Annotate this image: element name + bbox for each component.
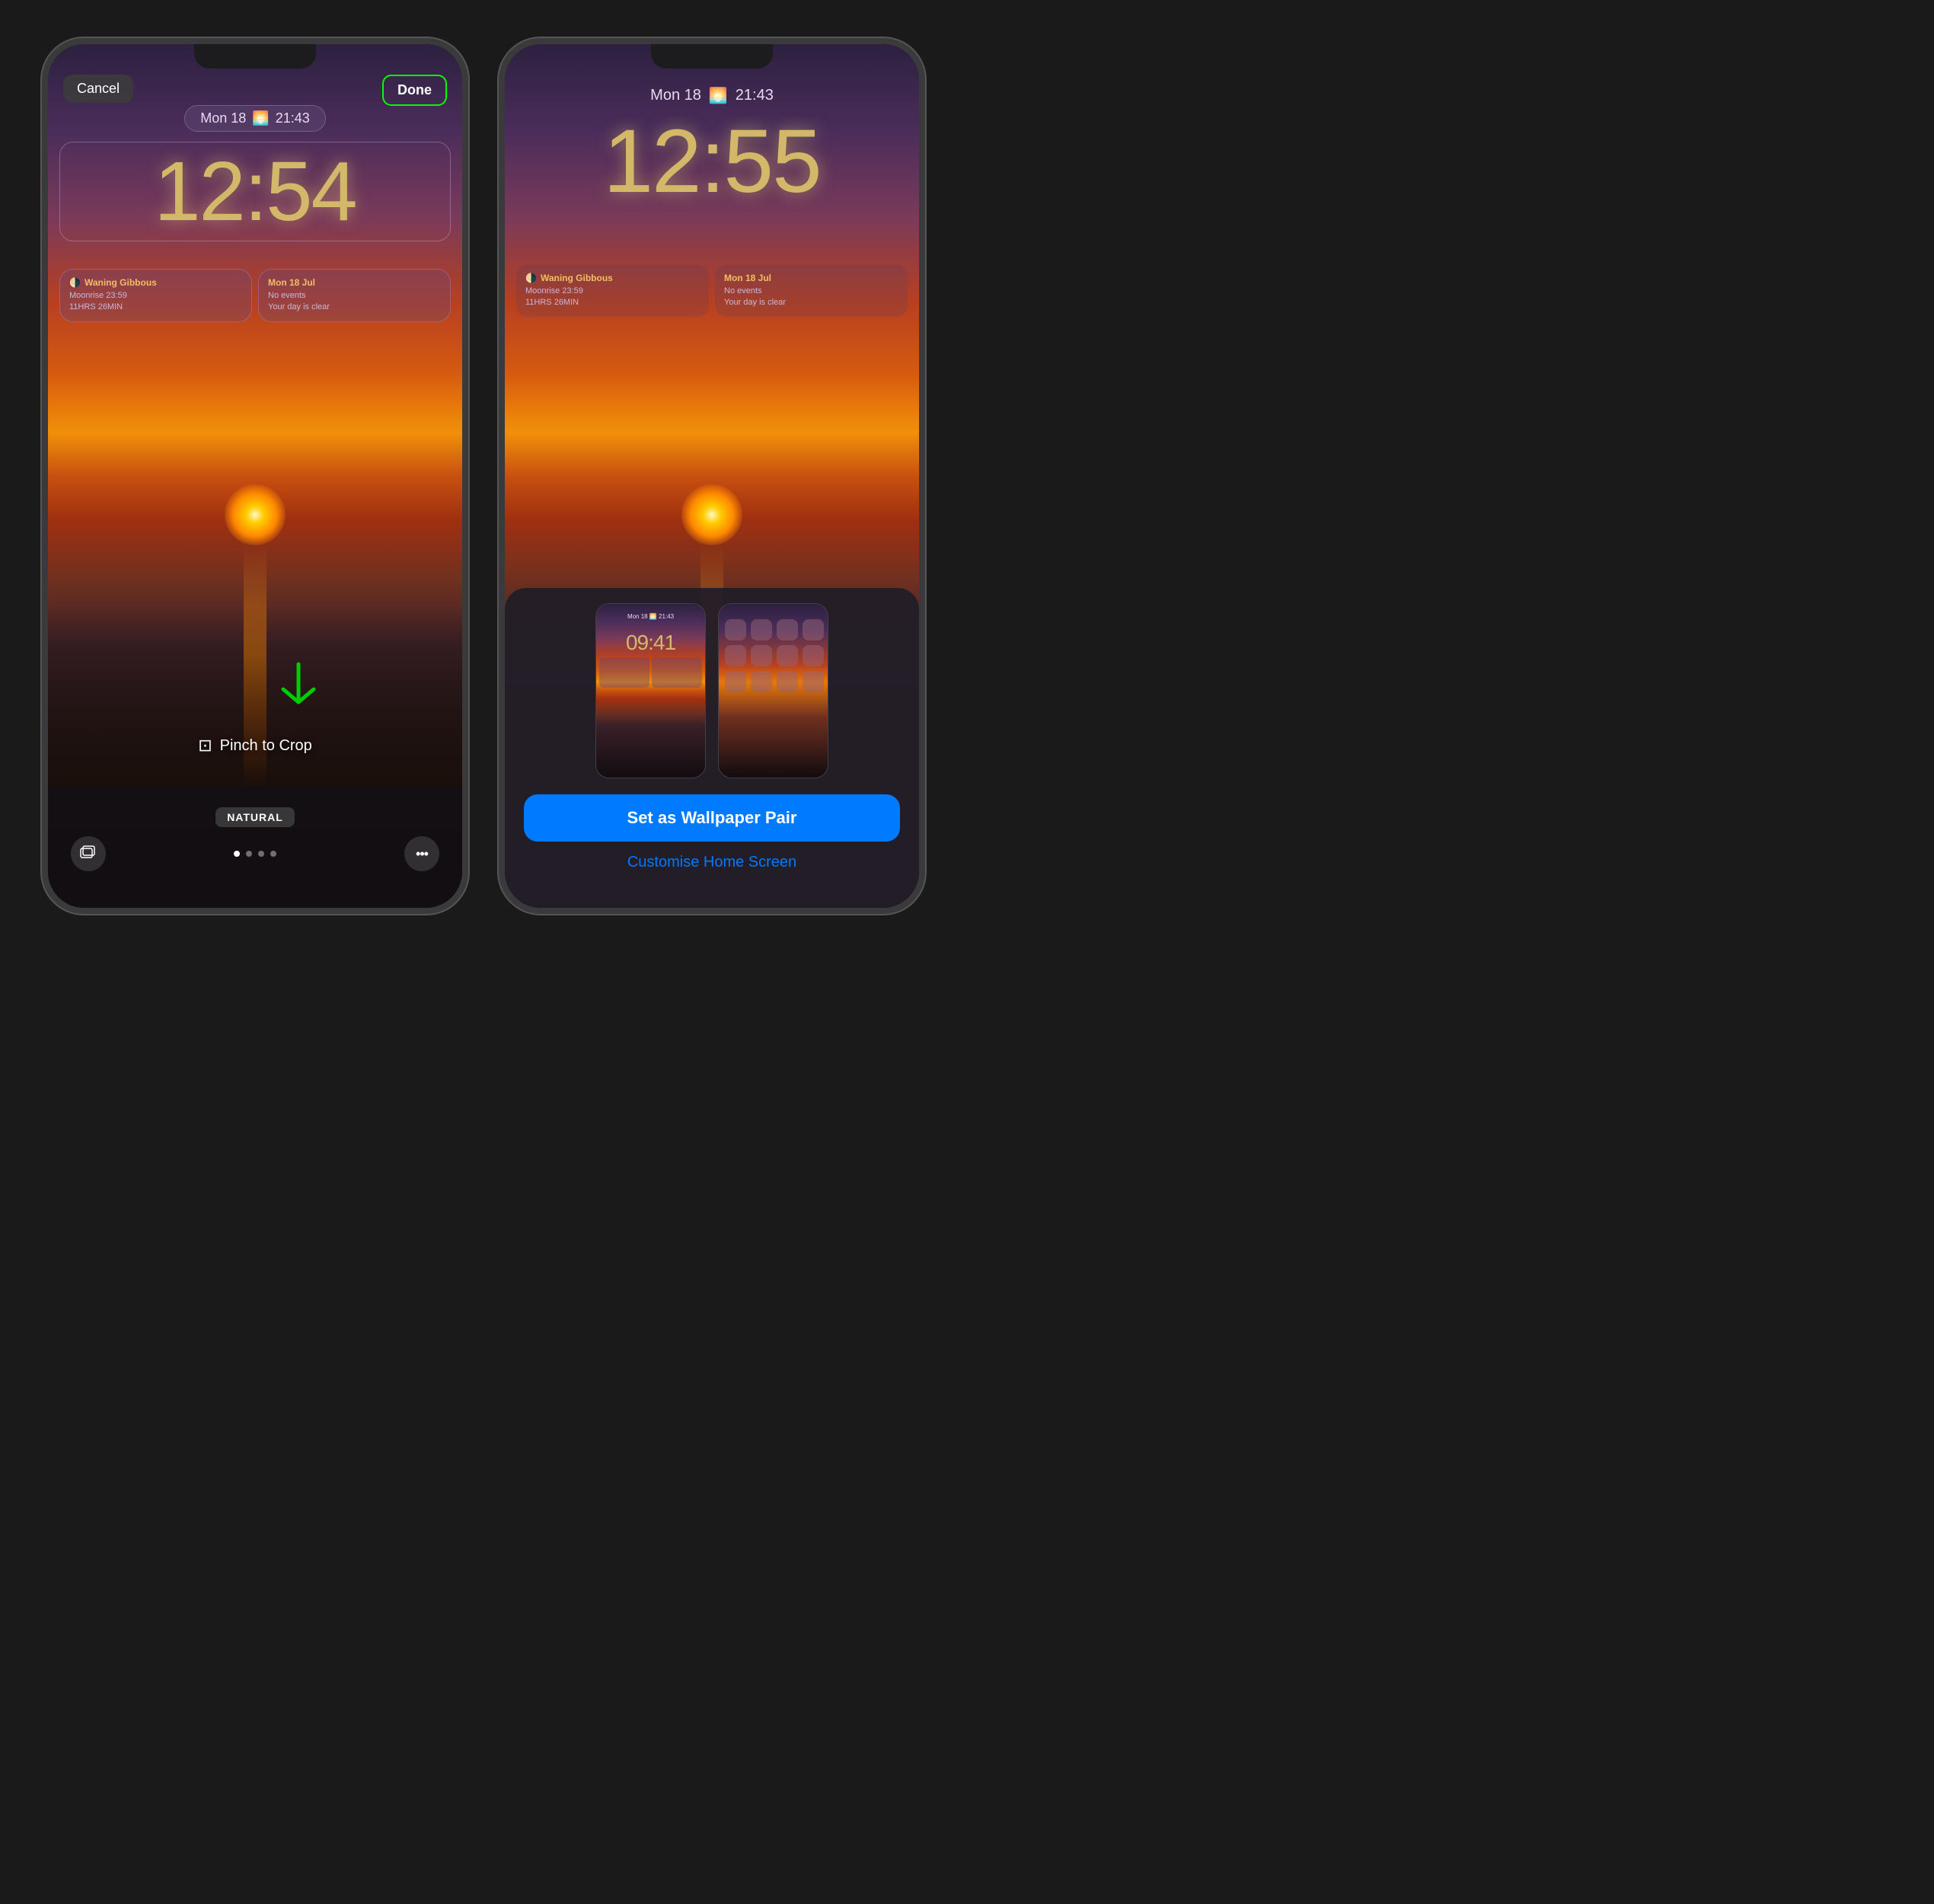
home-screen-thumb[interactable]: [718, 603, 828, 778]
home-icon-7: [777, 645, 798, 666]
left-phone: Cancel Done Mon 18 🌅 21:43 12:54 🌗 Wanin…: [42, 38, 468, 914]
page-dots: [234, 851, 276, 857]
right-phone: Mon 18 🌅 21:43 12:55 🌗 Waning Gibbous Mo…: [499, 38, 925, 914]
moon-widget-sub1: Moonrise 23:59: [69, 290, 242, 302]
dot-4: [270, 851, 276, 857]
moon-widget-sub2: 11HRS 26MIN: [69, 302, 242, 313]
home-icon-5: [725, 645, 746, 666]
notch: [194, 44, 316, 69]
big-clock: 12:54: [68, 145, 442, 238]
done-button[interactable]: Done: [382, 75, 447, 106]
calendar-widget: Mon 18 Jul No events Your day is clear: [258, 269, 451, 322]
home-icon-9: [725, 671, 746, 692]
home-icon-1: [725, 619, 746, 641]
home-icon-12: [803, 671, 824, 692]
home-icon-11: [777, 671, 798, 692]
cal-widget-sub2: Your day is clear: [268, 302, 441, 313]
set-wallpaper-pair-button[interactable]: Set as Wallpaper Pair: [524, 794, 900, 842]
widgets-row: 🌗 Waning Gibbous Moonrise 23:59 11HRS 26…: [59, 269, 451, 322]
wallpaper-preview-row: Mon 18 🌅 21:43 09:41: [524, 603, 900, 778]
moon-icon: 🌗: [69, 277, 81, 288]
moon-sub1-right: Moonrise 23:59: [525, 286, 700, 297]
date-text-right: Mon 18: [650, 87, 701, 104]
moon-widget-right: 🌗 Waning Gibbous Moonrise 23:59 11HRS 26…: [516, 265, 709, 317]
thumb-bg-lock: Mon 18 🌅 21:43 09:41: [596, 604, 705, 778]
moon-widget-title-right: 🌗 Waning Gibbous: [525, 273, 700, 283]
sun-icon: 🌅: [252, 110, 269, 126]
toolbar-icons-row: •••: [48, 836, 462, 871]
moon-widget-title: 🌗 Waning Gibbous: [69, 277, 242, 288]
moon-icon-right: 🌗: [525, 273, 537, 283]
crop-icon: ⊡: [198, 736, 212, 756]
sun-glow: [225, 484, 286, 545]
thumb-widgets: [599, 657, 702, 688]
big-clock-container: 12:54: [59, 142, 451, 241]
moon-widget: 🌗 Waning Gibbous Moonrise 23:59 11HRS 26…: [59, 269, 252, 322]
date-pill: Mon 18 🌅 21:43: [184, 105, 326, 132]
time-text: 21:43: [276, 110, 310, 126]
thumb-date: Mon 18 🌅 21:43: [596, 613, 705, 620]
bottom-sheet: Mon 18 🌅 21:43 09:41: [505, 588, 919, 908]
notch-right: [651, 44, 773, 69]
thumb-widget-1: [599, 657, 649, 688]
sun-glow-right: [681, 484, 742, 545]
ellipsis-icon: •••: [416, 846, 428, 862]
thumb-clock-lock: 09:41: [596, 631, 705, 655]
moon-sub2-right: 11HRS 26MIN: [525, 297, 700, 308]
cancel-button[interactable]: Cancel: [63, 75, 133, 103]
date-text: Mon 18: [200, 110, 246, 126]
cal-widget-title: Mon 18 Jul: [268, 277, 441, 288]
home-icon-4: [803, 619, 824, 641]
thumb-widget-2: [652, 657, 702, 688]
cal-title-right: Mon 18 Jul: [724, 273, 898, 283]
cal-widget-sub1: No events: [268, 290, 441, 302]
home-icon-10: [751, 671, 772, 692]
bottom-toolbar: NATURAL •••: [48, 786, 462, 908]
more-options-button[interactable]: •••: [404, 836, 439, 871]
lock-screen-thumb[interactable]: Mon 18 🌅 21:43 09:41: [595, 603, 706, 778]
customise-home-screen-button[interactable]: Customise Home Screen: [627, 854, 796, 871]
arrow-indicator: [276, 660, 321, 725]
photo-library-button[interactable]: [71, 836, 106, 871]
dot-1: [234, 851, 240, 857]
home-icon-2: [751, 619, 772, 641]
dot-3: [258, 851, 264, 857]
big-clock-right: 12:55: [505, 113, 919, 212]
widgets-row-right: 🌗 Waning Gibbous Moonrise 23:59 11HRS 26…: [516, 265, 908, 317]
home-icon-3: [777, 619, 798, 641]
cal-sub2-right: Your day is clear: [724, 297, 898, 308]
dot-2: [246, 851, 252, 857]
home-icons-grid: [725, 619, 822, 692]
home-icon-6: [751, 645, 772, 666]
lock-date-bar: Mon 18 🌅 21:43: [63, 105, 447, 132]
pinch-to-crop-label: ⊡ Pinch to Crop: [198, 736, 312, 756]
date-bar-right: Mon 18 🌅 21:43: [505, 86, 919, 105]
calendar-widget-right: Mon 18 Jul No events Your day is clear: [715, 265, 908, 317]
time-text-right: 21:43: [736, 87, 774, 104]
natural-badge: NATURAL: [215, 807, 295, 827]
thumb-bg-home: [719, 604, 828, 778]
cal-sub1-right: No events: [724, 286, 898, 297]
sun-icon-right: 🌅: [709, 86, 728, 105]
home-icon-8: [803, 645, 824, 666]
clock-outline-box: 12:54: [59, 142, 451, 241]
